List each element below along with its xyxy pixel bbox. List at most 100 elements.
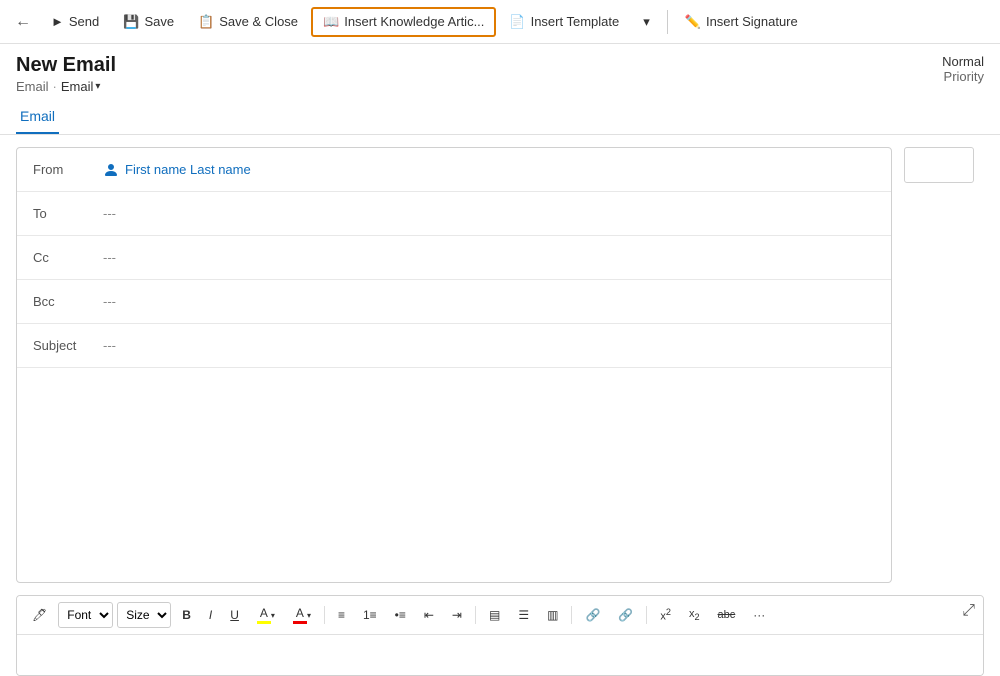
subject-value: ---: [103, 338, 116, 353]
justify-left-icon: ▤: [489, 608, 500, 622]
editor-divider-4: [646, 606, 647, 624]
remove-link-button[interactable]: 🔗: [611, 604, 640, 626]
tab-email[interactable]: Email: [16, 100, 59, 134]
editor-area: 🖊 Font Size B I U A ▾: [16, 595, 984, 676]
subtitle-dropdown[interactable]: Email ▾: [61, 79, 101, 94]
align-left-button[interactable]: ≡: [331, 604, 352, 626]
editor-toolbar: 🖊 Font Size B I U A ▾: [17, 596, 983, 635]
toolbar-divider: [667, 10, 668, 34]
underline-button[interactable]: U: [223, 604, 246, 626]
insert-article-button[interactable]: 📖 Insert Knowledge Artic...: [311, 7, 496, 37]
page-title: New Email: [16, 54, 116, 77]
subtitle-chevron-icon: ▾: [95, 81, 100, 92]
cc-value: ---: [103, 250, 116, 265]
align-left-icon: ≡: [338, 608, 345, 622]
ordered-list-button[interactable]: 1≡: [356, 604, 384, 626]
justify-right-button[interactable]: ▥: [540, 604, 565, 626]
indent-increase-icon: ⇥: [452, 608, 462, 622]
insert-template-icon: 📄: [509, 14, 525, 30]
bcc-field[interactable]: Bcc ---: [17, 280, 891, 324]
superscript-button[interactable]: x2: [653, 603, 678, 627]
editor-divider-1: [324, 606, 325, 624]
from-label: From: [33, 162, 103, 177]
editor-divider-2: [475, 606, 476, 624]
subscript-icon: x2: [689, 608, 700, 622]
tabs-bar: Email: [0, 100, 1000, 135]
subtitle-right: Email: [61, 79, 94, 94]
main-toolbar: ← ► Send 💾 Save 📋 Save & Close 📖 Insert …: [0, 0, 1000, 44]
font-color-icon: A: [293, 606, 307, 624]
cc-field[interactable]: Cc ---: [17, 236, 891, 280]
more-options-button[interactable]: ···: [746, 604, 772, 626]
clear-format-button[interactable]: 🖊: [25, 604, 54, 626]
insert-signature-button[interactable]: ✏️ Insert Signature: [674, 8, 809, 36]
to-label: To: [33, 206, 103, 221]
eraser-icon: 🖊: [32, 608, 47, 622]
subject-label: Subject: [33, 338, 103, 353]
subtitle-left: Email: [16, 79, 49, 94]
page-header: New Email Email · Email ▾ Normal Priorit…: [0, 44, 1000, 100]
main-content: From First name Last name To --- Cc --- …: [0, 135, 1000, 595]
highlight-icon: A: [257, 606, 271, 624]
priority-label: Normal: [942, 54, 984, 69]
priority-section: Normal Priority: [942, 54, 984, 84]
to-field[interactable]: To ---: [17, 192, 891, 236]
justify-center-button[interactable]: ☰: [511, 604, 536, 626]
save-icon: 💾: [123, 14, 139, 30]
signature-icon: ✏️: [685, 14, 701, 30]
indent-increase-button[interactable]: ⇥: [445, 604, 469, 626]
unlink-icon: 🔗: [618, 608, 633, 622]
ordered-list-icon: 1≡: [363, 608, 377, 622]
strikethrough-button[interactable]: abc: [711, 605, 743, 625]
insert-link-button[interactable]: 🔗: [578, 604, 607, 626]
dropdown-chevron-button[interactable]: ▾: [632, 8, 661, 36]
unordered-list-icon: •≡: [395, 608, 406, 622]
back-icon: ←: [15, 13, 31, 31]
size-select[interactable]: Size: [117, 602, 171, 628]
email-form: From First name Last name To --- Cc --- …: [16, 147, 892, 583]
highlight-color-button[interactable]: A ▾: [250, 602, 282, 628]
insert-template-button[interactable]: 📄 Insert Template: [498, 8, 630, 36]
back-button[interactable]: ←: [8, 7, 38, 37]
insert-article-icon: 📖: [323, 14, 339, 30]
justify-right-icon: ▥: [547, 608, 558, 622]
highlight-chevron-icon: ▾: [271, 611, 275, 620]
font-color-chevron-icon: ▾: [307, 611, 311, 620]
right-panel: [904, 147, 984, 583]
justify-left-button[interactable]: ▤: [482, 604, 507, 626]
superscript-icon: x2: [660, 607, 671, 623]
right-panel-box: [904, 147, 974, 183]
from-value[interactable]: First name Last name: [103, 162, 251, 178]
unordered-list-button[interactable]: •≡: [388, 604, 413, 626]
indent-decrease-button[interactable]: ⇤: [417, 604, 441, 626]
indent-decrease-icon: ⇤: [424, 608, 434, 622]
person-icon: [103, 162, 119, 178]
font-color-button[interactable]: A ▾: [286, 602, 318, 628]
cc-label: Cc: [33, 250, 103, 265]
bcc-label: Bcc: [33, 294, 103, 309]
subject-field[interactable]: Subject ---: [17, 324, 891, 368]
justify-center-icon: ☰: [518, 608, 529, 622]
expand-button[interactable]: ⤢: [962, 602, 975, 620]
strikethrough-icon: abc: [718, 609, 736, 621]
page-subtitle: Email · Email ▾: [16, 79, 116, 94]
bcc-value: ---: [103, 294, 116, 309]
to-value: ---: [103, 206, 116, 221]
save-close-icon: 📋: [198, 14, 214, 30]
save-button[interactable]: 💾 Save: [112, 8, 185, 36]
bold-button[interactable]: B: [175, 604, 198, 626]
more-icon: ···: [753, 608, 765, 622]
empty-field-row: [17, 368, 891, 404]
chevron-down-icon: ▾: [643, 14, 650, 30]
editor-divider-3: [571, 606, 572, 624]
font-select[interactable]: Font: [58, 602, 113, 628]
page-title-section: New Email Email · Email ▾: [16, 54, 116, 94]
send-button[interactable]: ► Send: [40, 8, 110, 35]
subtitle-dot: ·: [53, 79, 57, 94]
save-close-button[interactable]: 📋 Save & Close: [187, 8, 309, 36]
editor-content[interactable]: [17, 635, 983, 675]
priority-sub: Priority: [942, 69, 984, 84]
subscript-button[interactable]: x2: [682, 604, 707, 626]
italic-button[interactable]: I: [202, 604, 219, 626]
send-icon: ►: [51, 14, 64, 29]
